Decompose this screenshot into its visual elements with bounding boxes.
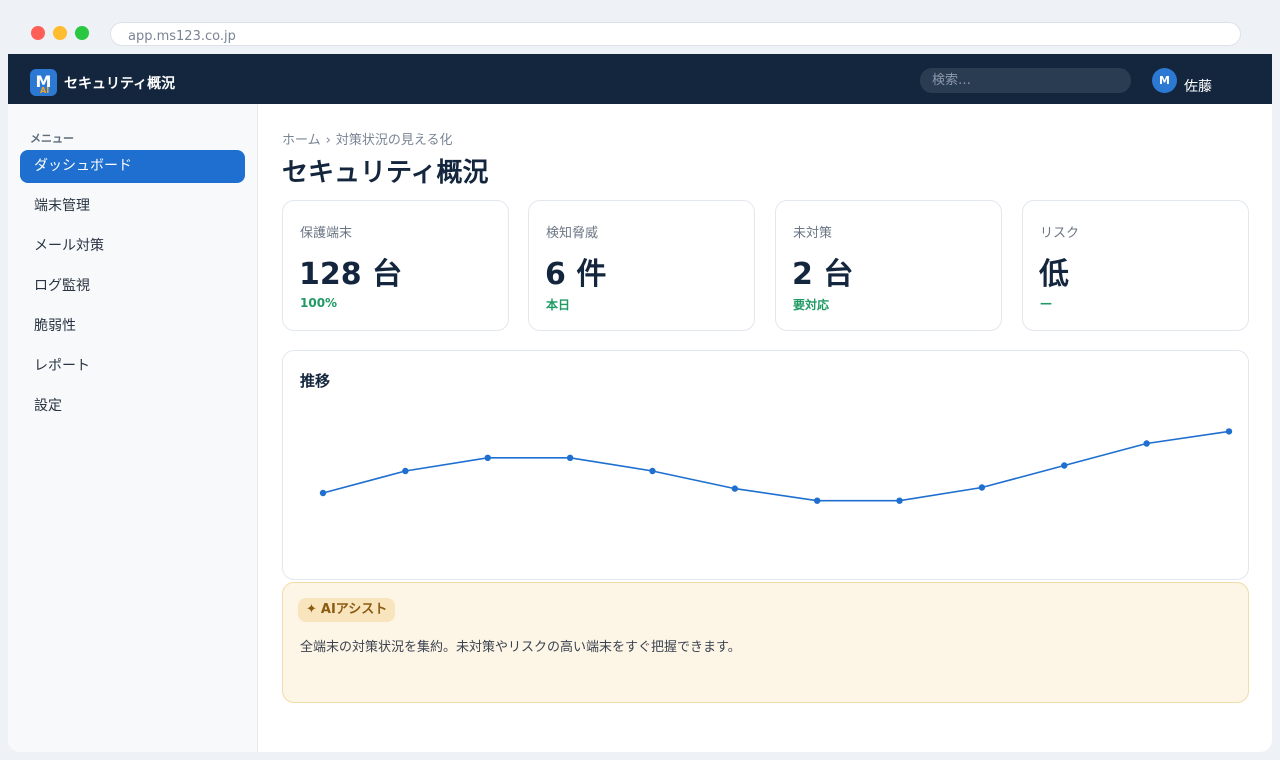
- ai-assist-panel: ✦ AIアシスト 全端末の対策状況を集約。未対策やリスクの高い端末をすぐ把握できま…: [282, 582, 1249, 703]
- sidebar-item-dashboard[interactable]: ダッシュボード: [20, 150, 245, 183]
- data-point-4[interactable]: [566, 454, 574, 461]
- menu-heading: メニュー: [30, 132, 74, 145]
- browser-chrome: app.ms123.co.jp: [0, 0, 1280, 54]
- data-point-8[interactable]: [896, 497, 903, 504]
- stat-card-risk[interactable]: リスク 低 —: [1022, 200, 1249, 331]
- app-logo[interactable]: M AI: [30, 69, 57, 96]
- series-line: [322, 430, 1230, 502]
- series-points: [319, 428, 1233, 504]
- stat-value: 低: [1039, 257, 1069, 292]
- minimize-window-button[interactable]: [53, 26, 67, 40]
- sidebar-item-log-monitoring[interactable]: ログ監視: [20, 270, 245, 303]
- sparkle-icon: ✦: [306, 602, 317, 617]
- ai-assist-badge: ✦ AIアシスト: [298, 598, 396, 622]
- sidebar: メニュー ダッシュボード 端末管理 メール対策 ログ監視 脆弱性 レポート 設定: [8, 104, 258, 752]
- data-point-12[interactable]: [1225, 428, 1233, 435]
- top-bar: M AI セキュリティ概況 M 佐藤: [8, 54, 1272, 104]
- breadcrumb-home[interactable]: ホーム: [282, 133, 321, 148]
- app-title: セキュリティ概況: [64, 76, 176, 92]
- trend-chart-card: 推移: [282, 350, 1249, 580]
- sidebar-item-settings[interactable]: 設定: [20, 390, 245, 423]
- stat-label: 検知脅威: [546, 226, 599, 241]
- stat-card-unprotected[interactable]: 未対策 2 台 要対応: [775, 200, 1002, 331]
- stat-label: 未対策: [793, 226, 833, 241]
- sidebar-item-devices[interactable]: 端末管理: [20, 190, 245, 223]
- stat-sub: 本日: [546, 298, 571, 312]
- data-point-10[interactable]: [1061, 462, 1068, 469]
- data-point-11[interactable]: [1143, 440, 1150, 447]
- data-point-9[interactable]: [978, 484, 986, 491]
- breadcrumb: ホーム › 対策状況の見える化: [282, 129, 452, 148]
- data-point-7[interactable]: [813, 497, 821, 504]
- stat-value: 2 台: [792, 257, 854, 292]
- sidebar-item-mail-security[interactable]: メール対策: [20, 230, 245, 263]
- sidebar-item-reports[interactable]: レポート: [20, 350, 245, 383]
- ai-badge-label: AIアシスト: [320, 602, 388, 617]
- user-name[interactable]: 佐藤: [1184, 76, 1212, 96]
- stat-sub: 100%: [300, 296, 338, 310]
- maximize-window-button[interactable]: [75, 26, 89, 40]
- stat-label: リスク: [1040, 226, 1080, 241]
- stat-sub: 要対応: [793, 298, 830, 312]
- data-point-2[interactable]: [402, 467, 409, 475]
- stat-label: 保護端末: [300, 226, 353, 241]
- breadcrumb-current: 対策状況の見える化: [335, 133, 453, 148]
- trend-chart: [319, 428, 1233, 504]
- logo-sub: AI: [40, 86, 50, 95]
- stat-value: 128 台: [299, 257, 403, 292]
- data-point-5[interactable]: [649, 467, 656, 475]
- stat-card-protected-devices[interactable]: 保護端末 128 台 100%: [282, 200, 509, 331]
- data-point-6[interactable]: [731, 485, 739, 492]
- app-window: M AI セキュリティ概況 M 佐藤 メニュー ダッシュボード 端末管理 メール…: [8, 54, 1272, 752]
- address-bar[interactable]: app.ms123.co.jp: [110, 22, 1241, 46]
- stat-card-detected-threats[interactable]: 検知脅威 6 件 本日: [528, 200, 755, 331]
- data-point-3[interactable]: [484, 454, 491, 461]
- breadcrumb-separator: ›: [325, 133, 331, 148]
- sidebar-item-vulnerabilities[interactable]: 脆弱性: [20, 310, 245, 343]
- stat-sub: —: [1040, 296, 1052, 310]
- stat-value: 6 件: [545, 257, 607, 292]
- page-title: セキュリティ概況: [282, 158, 489, 188]
- search-input[interactable]: [920, 68, 1131, 93]
- avatar[interactable]: M: [1152, 68, 1177, 93]
- ai-assist-text: 全端末の対策状況を集約。未対策やリスクの高い端末をすぐ把握できます。: [300, 640, 741, 655]
- close-window-button[interactable]: [31, 26, 45, 40]
- data-point-1[interactable]: [319, 489, 327, 497]
